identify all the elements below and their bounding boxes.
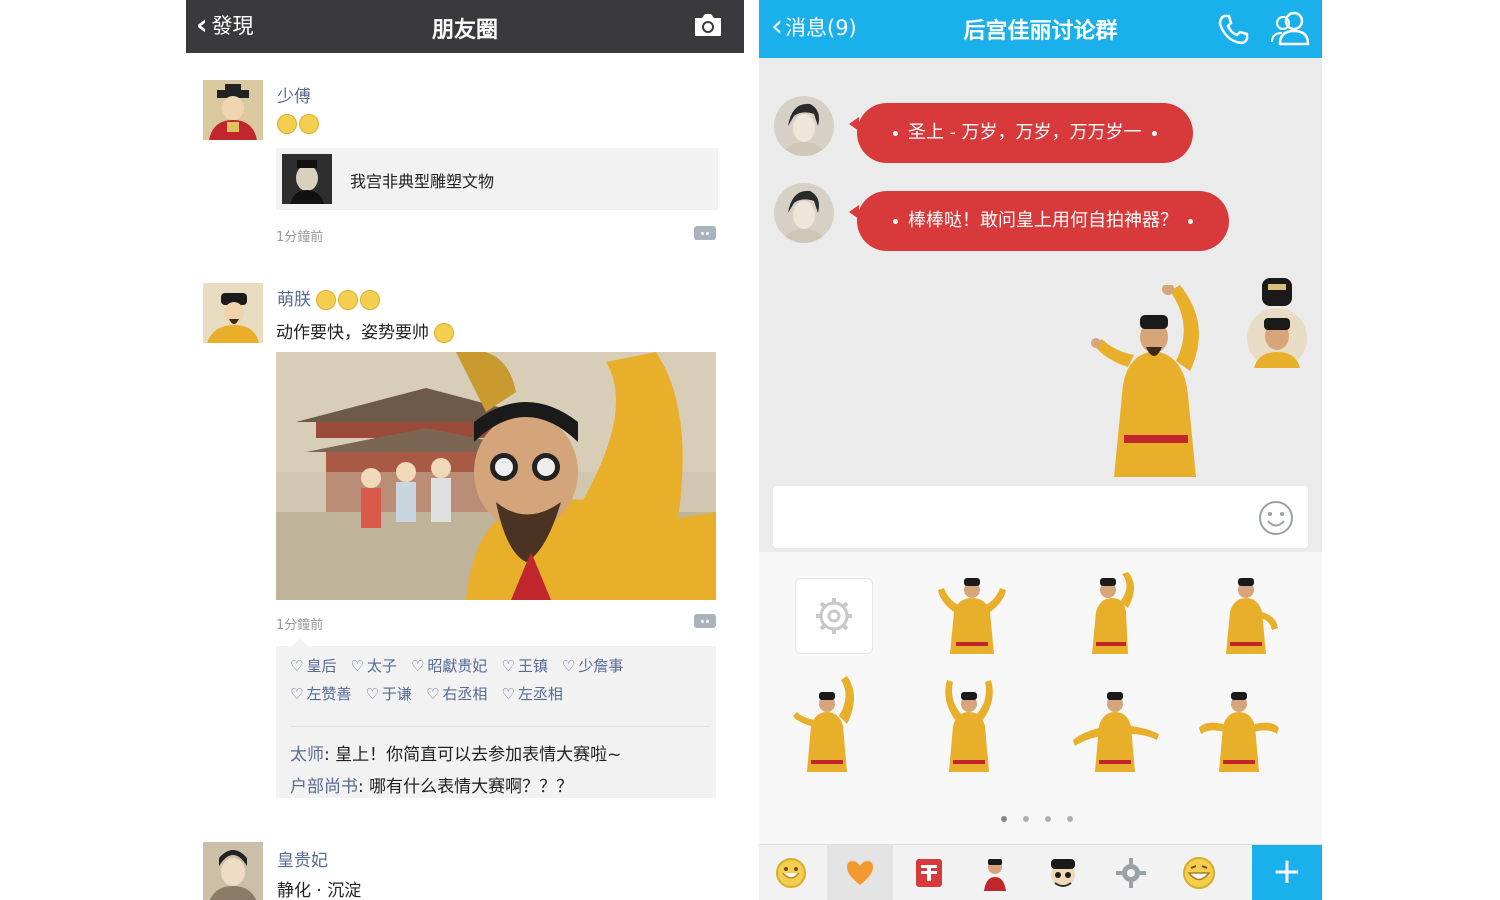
like-name[interactable]: 太子 xyxy=(350,657,396,675)
phone-icon[interactable] xyxy=(1216,12,1250,50)
comment-row[interactable]: 太师: 皇上！你简直可以去参加表情大赛啦~ xyxy=(290,740,621,765)
sticker-panel: + xyxy=(759,552,1322,900)
avatar[interactable] xyxy=(203,80,263,140)
smile-emoji-icon xyxy=(277,114,297,134)
page-dot[interactable] xyxy=(1067,816,1073,822)
tab-emoji[interactable] xyxy=(771,853,811,893)
moments-screen: ‹ 發現 朋友圈 少傅 我宫非典型雕塑文物 1分鐘前 萌朕 动作要快，姿势要帅 xyxy=(186,0,744,900)
comment-text: 哪有什么表情大赛啊？？？ xyxy=(369,777,574,797)
message-text: 圣上 - 万岁，万岁，万万岁一 xyxy=(908,122,1142,143)
bubble-dot xyxy=(893,130,898,136)
avatar[interactable] xyxy=(203,842,263,900)
comment-row[interactable]: 户部尚书: 哪有什么表情大赛啊？？？ xyxy=(290,772,573,797)
emoji-toggle-icon[interactable] xyxy=(1258,500,1294,540)
gear-sticker-icon xyxy=(1116,858,1146,888)
post-text: 静化 · 沉淀 xyxy=(277,881,362,900)
post-image[interactable] xyxy=(276,352,716,600)
self-avatar[interactable] xyxy=(1244,278,1308,378)
box-arrow xyxy=(292,638,308,646)
sticker-item[interactable] xyxy=(1214,572,1280,658)
tab-sticker-pack[interactable] xyxy=(1179,853,1219,893)
sticker-item[interactable] xyxy=(1069,676,1161,776)
sticker-tab-bar: + xyxy=(759,844,1322,900)
message-bubble[interactable]: 圣上 - 万岁，万岁，万万岁一 xyxy=(849,103,1193,163)
sticker-item[interactable] xyxy=(1197,676,1281,776)
post-author[interactable]: 少傅 xyxy=(277,82,311,107)
comment-icon[interactable] xyxy=(694,614,716,628)
likes-list: 皇后太子昭獻贵妃王镇少詹事 左赞善于谦右丞相左丞相 xyxy=(290,652,710,708)
sticker-item[interactable] xyxy=(789,676,863,776)
post-author-row: 萌朕 xyxy=(277,285,382,310)
smile-icon xyxy=(776,858,806,888)
post-time: 1分鐘前 xyxy=(276,230,324,245)
sticker-pack-icon xyxy=(984,859,1006,891)
sticker-item[interactable] xyxy=(1074,572,1144,658)
grin-icon xyxy=(1183,857,1215,889)
like-name[interactable]: 少詹事 xyxy=(562,657,623,675)
tab-sticker-pack[interactable] xyxy=(1043,853,1083,893)
like-name[interactable]: 皇后 xyxy=(290,657,336,675)
like-name[interactable]: 昭獻贵妃 xyxy=(411,657,487,675)
page-dot[interactable] xyxy=(1001,816,1007,822)
grin-emoji-icon xyxy=(299,114,319,134)
likes-comments-box: 皇后太子昭獻贵妃王镇少詹事 左赞善于谦右丞相左丞相 太师: 皇上！你简直可以去参… xyxy=(276,638,716,798)
chat-screen: ‹ 消息(9) 后宫佳丽讨论群 圣上 - 万岁，万岁，万万岁一 棒棒哒！敢问皇上… xyxy=(759,0,1322,900)
like-name[interactable]: 王镇 xyxy=(501,657,547,675)
comment-icon[interactable] xyxy=(694,226,716,240)
message-text: 棒棒哒！敢问皇上用何自拍神器？ xyxy=(908,210,1178,231)
message-bubble[interactable]: 棒棒哒！敢问皇上用何自拍神器？ xyxy=(849,191,1229,251)
tab-sticker-pack[interactable] xyxy=(975,853,1015,893)
post-text-row: 动作要快，姿势要帅 xyxy=(276,318,456,343)
post-author[interactable]: 皇贵妃 xyxy=(277,846,328,871)
sender-avatar[interactable] xyxy=(774,96,834,156)
comment-separator: : xyxy=(358,777,370,797)
laugh-emoji-icon xyxy=(316,290,337,310)
bubble-dot xyxy=(893,218,898,224)
wink-emoji-icon xyxy=(434,323,455,343)
add-sticker-button[interactable]: + xyxy=(1252,845,1322,900)
page-title: 朋友圈 xyxy=(431,18,498,43)
like-name[interactable]: 左丞相 xyxy=(501,685,562,703)
like-name[interactable]: 于谦 xyxy=(365,685,411,703)
page-dot[interactable] xyxy=(1045,816,1051,822)
bubble-dot xyxy=(1188,218,1193,224)
comment-separator: : xyxy=(324,745,336,765)
moments-navbar: ‹ 發現 朋友圈 xyxy=(186,0,744,53)
comment-author[interactable]: 户部尚书 xyxy=(290,777,358,797)
page-dot[interactable] xyxy=(1023,816,1029,822)
gear-icon xyxy=(816,598,852,634)
link-title: 我宫非典型雕塑文物 xyxy=(350,172,495,191)
post-text: 动作要快，姿势要帅 xyxy=(276,323,429,343)
chat-navbar: ‹ 消息(9) 后宫佳丽讨论群 xyxy=(759,0,1322,58)
recommend-icon xyxy=(916,859,942,887)
like-name[interactable]: 左赞善 xyxy=(290,685,351,703)
laugh-emoji-icon xyxy=(360,290,381,310)
shared-link-card[interactable]: 我宫非典型雕塑文物 xyxy=(276,148,718,210)
tab-favorites[interactable] xyxy=(827,845,893,900)
sticker-settings-button[interactable] xyxy=(795,578,873,654)
link-thumbnail xyxy=(282,154,332,204)
sent-sticker[interactable] xyxy=(1084,283,1214,481)
sticker-item[interactable] xyxy=(931,676,1007,776)
message-input[interactable] xyxy=(773,486,1308,548)
bubble-dot xyxy=(1151,130,1157,136)
tab-recommended[interactable] xyxy=(909,853,949,893)
comment-author[interactable]: 太师 xyxy=(290,745,324,765)
laugh-emoji-icon xyxy=(338,290,359,310)
page-indicator xyxy=(1001,816,1073,822)
tab-sticker-pack[interactable] xyxy=(1111,853,1151,893)
divider xyxy=(290,726,710,727)
sender-avatar[interactable] xyxy=(774,183,834,243)
post-emoji-row xyxy=(277,114,321,134)
group-members-icon[interactable] xyxy=(1270,8,1312,52)
comment-text: 皇上！你简直可以去参加表情大赛啦~ xyxy=(335,745,622,765)
heart-icon xyxy=(847,861,873,885)
like-name[interactable]: 右丞相 xyxy=(426,685,487,703)
camera-icon[interactable] xyxy=(692,12,724,42)
avatar[interactable] xyxy=(203,283,263,343)
post-time: 1分鐘前 xyxy=(276,618,324,633)
post-author[interactable]: 萌朕 xyxy=(277,290,311,310)
emperor-face-icon xyxy=(1051,859,1075,887)
sticker-item[interactable] xyxy=(934,572,1010,658)
